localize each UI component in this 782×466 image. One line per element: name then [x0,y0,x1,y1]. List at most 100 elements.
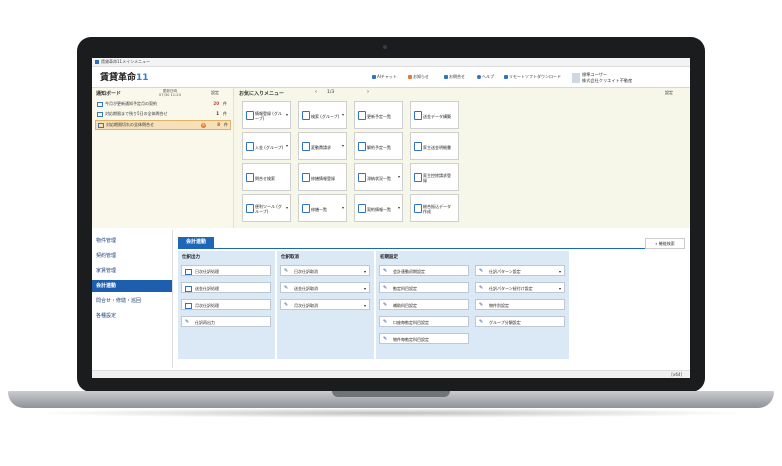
app-header: 賃貸革命11 AIチャット お知らせ お問合せ ヘルプ リモートソフトダウンロー… [92,67,690,88]
favorite-settings-button[interactable]: 設定 [665,90,673,96]
updated-time[interactable]: 更新日時 07/30 11:24 [159,89,181,97]
chevron-down-icon[interactable]: ▾ [559,283,561,294]
remote-download-button[interactable]: リモートソフトダウンロード [504,74,561,80]
menu-button[interactable]: ✎ 物件別設定 [475,299,565,310]
title-bar: 賃貸革命11メインメニュー [92,58,690,67]
menu-icon [414,173,422,182]
tile-label: 問合せ検索 [255,175,275,181]
favorite-tile[interactable]: 総合振込データ作成 [410,194,459,222]
menu-button[interactable]: 日次仕訳処理 [181,265,271,276]
menu-button[interactable]: ✎ 月次仕訳取消 ▾ [280,299,370,310]
notice-row-selected[interactable]: 対応期限切れの全体問合せ 8 8件 [95,120,231,130]
favorite-tile[interactable]: 修繕一覧 ▾ [298,194,347,222]
chevron-down-icon[interactable]: ▾ [342,112,344,117]
notice-button[interactable]: お知らせ [408,74,429,80]
top-area: 通知ボード 更新日時 07/30 11:24 設定 今月が更新通知予定月の契約 2… [92,88,690,228]
chevron-down-icon[interactable]: ▾ [364,283,366,294]
pencil-icon: ✎ [383,268,388,274]
inquiry-button[interactable]: お問合せ [444,74,465,80]
app-window: 賃貸革命11メインメニュー 賃貸革命11 AIチャット お知らせ お問合せ ヘル… [92,58,690,378]
chevron-down-icon[interactable]: ▾ [559,266,561,277]
notice-row[interactable]: 対応期限まで残り5日の全体問合せ 1件 [95,110,229,118]
mail-icon [98,122,104,128]
chevron-down-icon[interactable]: ▾ [286,205,288,210]
menu-icon [302,111,310,120]
sidebar-item[interactable]: 問合せ・修繕・巡回 [92,295,172,307]
sidebar-item[interactable]: 家賃管理 [92,265,172,277]
button-label: 月次仕訳処理 [195,303,219,308]
status-bar: [x64] [92,370,690,378]
chevron-down-icon[interactable]: ▾ [364,300,366,311]
document-icon [185,286,192,292]
favorite-tile[interactable]: 解約予定一覧 [354,132,403,160]
chevron-down-icon[interactable]: ▾ [364,266,366,277]
menu-button[interactable]: ✎ 勘定科目設定 [379,282,469,293]
favorite-tile[interactable]: 家主控除請求登録 [410,163,459,191]
favorite-menu: お気に入りメニュー ‹ 1/3 › 設定 情報登録 (グループ) ▾ 検索 (グルー… [235,88,690,228]
chevron-down-icon[interactable]: ▾ [398,174,400,179]
chevron-down-icon[interactable]: ▾ [398,205,400,210]
chevron-down-icon[interactable]: ▾ [342,143,344,148]
favorite-tile[interactable]: 変動費請求 ▾ [298,132,347,160]
mail-icon [97,111,103,117]
chevron-down-icon[interactable]: ▾ [286,143,288,148]
favorite-tile[interactable]: 便利ツール (グループ) ▾ [242,194,291,222]
pencil-icon: ✎ [479,268,484,274]
sidebar-item[interactable]: 物件管理 [92,235,172,247]
favorite-tile[interactable]: 問合せ検索 [242,163,291,191]
notice-settings-button[interactable]: 設定 [211,90,219,96]
panel-initial-settings: 初期設定 ✎ 会計連動初期設定 ✎ 勘定科目設定 ✎ 補助科目設定 ✎ 口座毎勘定科目設定 ✎ 物件… [376,251,569,359]
sidebar-item[interactable]: 会計連動 [92,280,172,292]
next-page-icon[interactable]: › [367,89,369,95]
pencil-icon: ✎ [383,302,388,308]
menu-button[interactable]: ✎ 仕訳パターン紐付け設定 ▾ [475,282,565,293]
favorite-tile[interactable]: 情報登録 (グループ) ▾ [242,101,291,129]
menu-button[interactable]: ✎ 仕訳再出力 [181,316,271,327]
menu-icon [302,204,310,213]
button-label: 月次仕訳取消 [294,303,318,308]
menu-button[interactable]: ✎ 日次仕訳取消 ▾ [280,265,370,276]
favorite-tile[interactable]: 入金 (グループ) ▾ [242,132,291,160]
menu-button[interactable]: ✎ 補助科目設定 [379,299,469,310]
favorite-tile[interactable]: 送金データ構築 [410,101,459,129]
favorite-tile[interactable]: 更新予定一覧 [354,101,403,129]
pencil-icon: ✎ [284,302,289,308]
favorite-tile[interactable]: 修繕情報登録 [298,163,347,191]
menu-button[interactable]: ✎ 口座毎勘定科目設定 [379,316,469,327]
tile-label: 家主送金明細書 [423,144,451,150]
menu-icon [246,111,254,120]
menu-button[interactable]: 送金仕訳処理 [181,282,271,293]
prev-page-icon[interactable]: ‹ [315,89,317,95]
function-search-button[interactable]: ⌕ 機能検索 [645,238,685,249]
tile-label: 修繕情報登録 [311,175,335,181]
menu-button[interactable]: ✎ 物件毎勘定科目設定 [379,333,469,344]
tile-label: 変動費請求 [311,144,331,150]
menu-button[interactable]: ✎ 会計連動初期設定 [379,265,469,276]
chevron-down-icon[interactable]: ▾ [342,205,344,210]
favorite-tile[interactable]: 家主送金明細書 [410,132,459,160]
chevron-down-icon[interactable]: ▾ [286,112,288,117]
favorite-tile[interactable]: 滞納状況一覧 ▾ [354,163,403,191]
app-logo: 賃貸革命11 [100,73,149,83]
menu-button[interactable]: 月次仕訳処理 [181,299,271,310]
help-icon [477,75,481,79]
favorite-menu-title: お気に入りメニュー [239,91,285,97]
ai-chat-button[interactable]: AIチャット [372,74,397,80]
chat-icon [372,75,376,79]
tile-label: 更新予定一覧 [367,113,391,119]
favorite-tile[interactable]: 検索 (グループ) ▾ [298,101,347,129]
company-name: 株式会社クリエイト不動産 [582,78,633,83]
button-label: 会計連動初期設定 [393,269,425,274]
menu-icon [358,142,366,151]
menu-button[interactable]: ✎ 仕訳パターン設定 ▾ [475,265,565,276]
menu-button[interactable]: ✎ 送金仕訳取消 ▾ [280,282,370,293]
sidebar-item[interactable]: 各種設定 [92,310,172,322]
tab-accounting[interactable]: 会計連動 [178,237,214,248]
notice-row[interactable]: 今月が更新通知予定月の契約 20 件 [95,100,229,108]
sidebar-item[interactable]: 契約管理 [92,250,172,262]
menu-button[interactable]: ✎ グループ分類設定 [475,316,565,327]
favorite-tile[interactable]: 契約情報一覧 ▾ [354,194,403,222]
panel-journal-cancel: 仕訳取消 ✎ 日次仕訳取消 ▾ ✎ 送金仕訳取消 ▾ ✎ 月次仕訳取消 ▾ [277,251,374,359]
help-button[interactable]: ヘルプ [477,74,494,80]
notice-board: 通知ボード 更新日時 07/30 11:24 設定 今月が更新通知予定月の契約 2… [93,88,234,228]
